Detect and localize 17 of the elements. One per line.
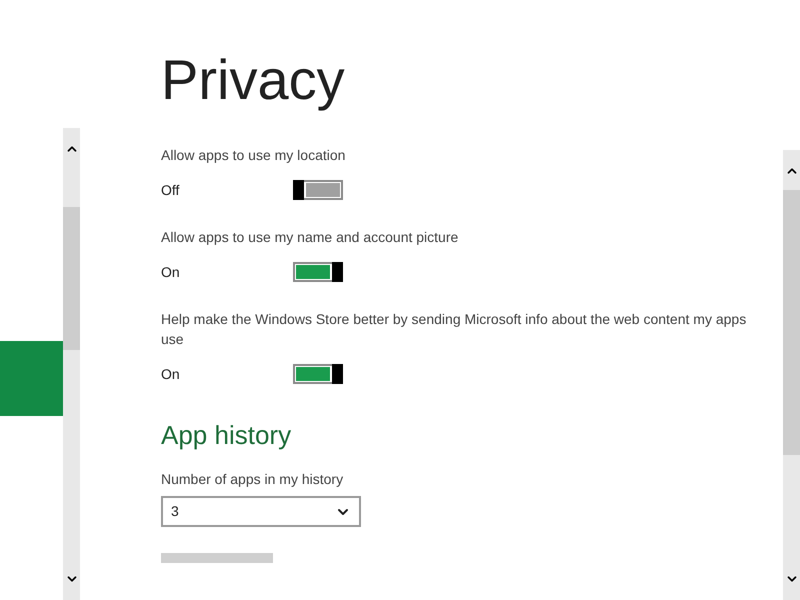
page-title: Privacy xyxy=(161,48,346,112)
field-label: Number of apps in my history xyxy=(161,470,344,489)
setting-label: Help make the Windows Store better by sending Microsoft info about the web content my apps use xyxy=(161,310,748,349)
toggle-switch[interactable] xyxy=(293,262,343,282)
history-dropdown[interactable]: 3 xyxy=(161,496,361,527)
toggle-state: On xyxy=(161,262,181,282)
scrollbar[interactable] xyxy=(783,150,800,600)
toggle-state: On xyxy=(161,364,181,384)
setting-label: Allow apps to use my name and account picture xyxy=(161,228,460,247)
scrollbar-thumb[interactable] xyxy=(783,190,800,455)
toggle-switch[interactable] xyxy=(293,180,343,200)
section-heading: App history xyxy=(161,419,292,451)
toggle-switch[interactable] xyxy=(293,364,343,384)
scrollbar-thumb[interactable] xyxy=(63,207,80,350)
toggle-state: Off xyxy=(161,180,180,200)
scrollbar[interactable] xyxy=(63,128,80,600)
setting-label: Allow apps to use my location xyxy=(161,146,346,165)
